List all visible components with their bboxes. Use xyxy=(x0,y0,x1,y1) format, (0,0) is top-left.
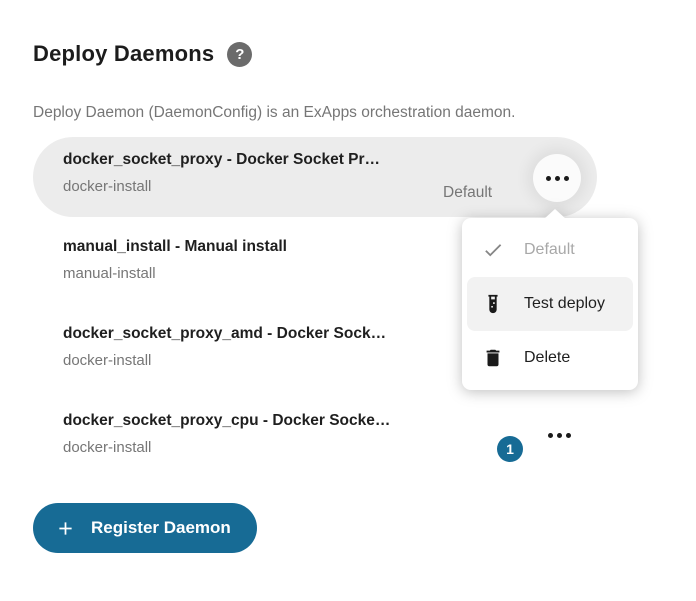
default-status-label: Default xyxy=(443,184,492,202)
section-header: Deploy Daemons ? xyxy=(33,41,252,67)
register-daemon-button[interactable]: Register Daemon xyxy=(33,503,257,553)
daemon-title: docker_socket_proxy_cpu - Docker Socke… xyxy=(63,412,567,430)
daemon-row-docker-socket-proxy-cpu[interactable]: docker_socket_proxy_cpu - Docker Socke… … xyxy=(33,398,597,478)
register-daemon-label: Register Daemon xyxy=(91,518,231,538)
daemon-actions-menu-button[interactable] xyxy=(535,411,583,459)
menu-item-label: Delete xyxy=(524,349,570,367)
page-title: Deploy Daemons xyxy=(33,41,214,67)
exapps-count-badge: 1 xyxy=(497,436,523,462)
menu-item-default[interactable]: Default xyxy=(467,223,633,277)
trash-icon xyxy=(482,347,504,369)
test-tube-icon xyxy=(482,293,504,315)
dots-horizontal-icon xyxy=(548,433,571,438)
deploy-daemons-settings-section: Deploy Daemons ? Deploy Daemon (DaemonCo… xyxy=(0,0,696,601)
menu-item-delete[interactable]: Delete xyxy=(467,331,633,385)
check-icon xyxy=(482,239,504,261)
daemon-subtitle: docker-install xyxy=(63,439,567,456)
menu-item-label: Test deploy xyxy=(524,295,605,313)
plus-icon xyxy=(55,518,76,539)
menu-item-test-deploy[interactable]: Test deploy xyxy=(467,277,633,331)
menu-item-label: Default xyxy=(524,241,575,259)
dots-horizontal-icon xyxy=(546,176,569,181)
daemon-actions-menu-button[interactable] xyxy=(533,154,581,202)
daemon-row-docker-socket-proxy[interactable]: docker_socket_proxy - Docker Socket Pr… … xyxy=(33,137,597,217)
daemon-actions-context-menu: Default Test deploy Delete xyxy=(462,218,638,390)
daemon-title: docker_socket_proxy - Docker Socket Pr… xyxy=(63,151,567,169)
section-description: Deploy Daemon (DaemonConfig) is an ExApp… xyxy=(33,104,515,122)
help-icon[interactable]: ? xyxy=(227,42,252,67)
